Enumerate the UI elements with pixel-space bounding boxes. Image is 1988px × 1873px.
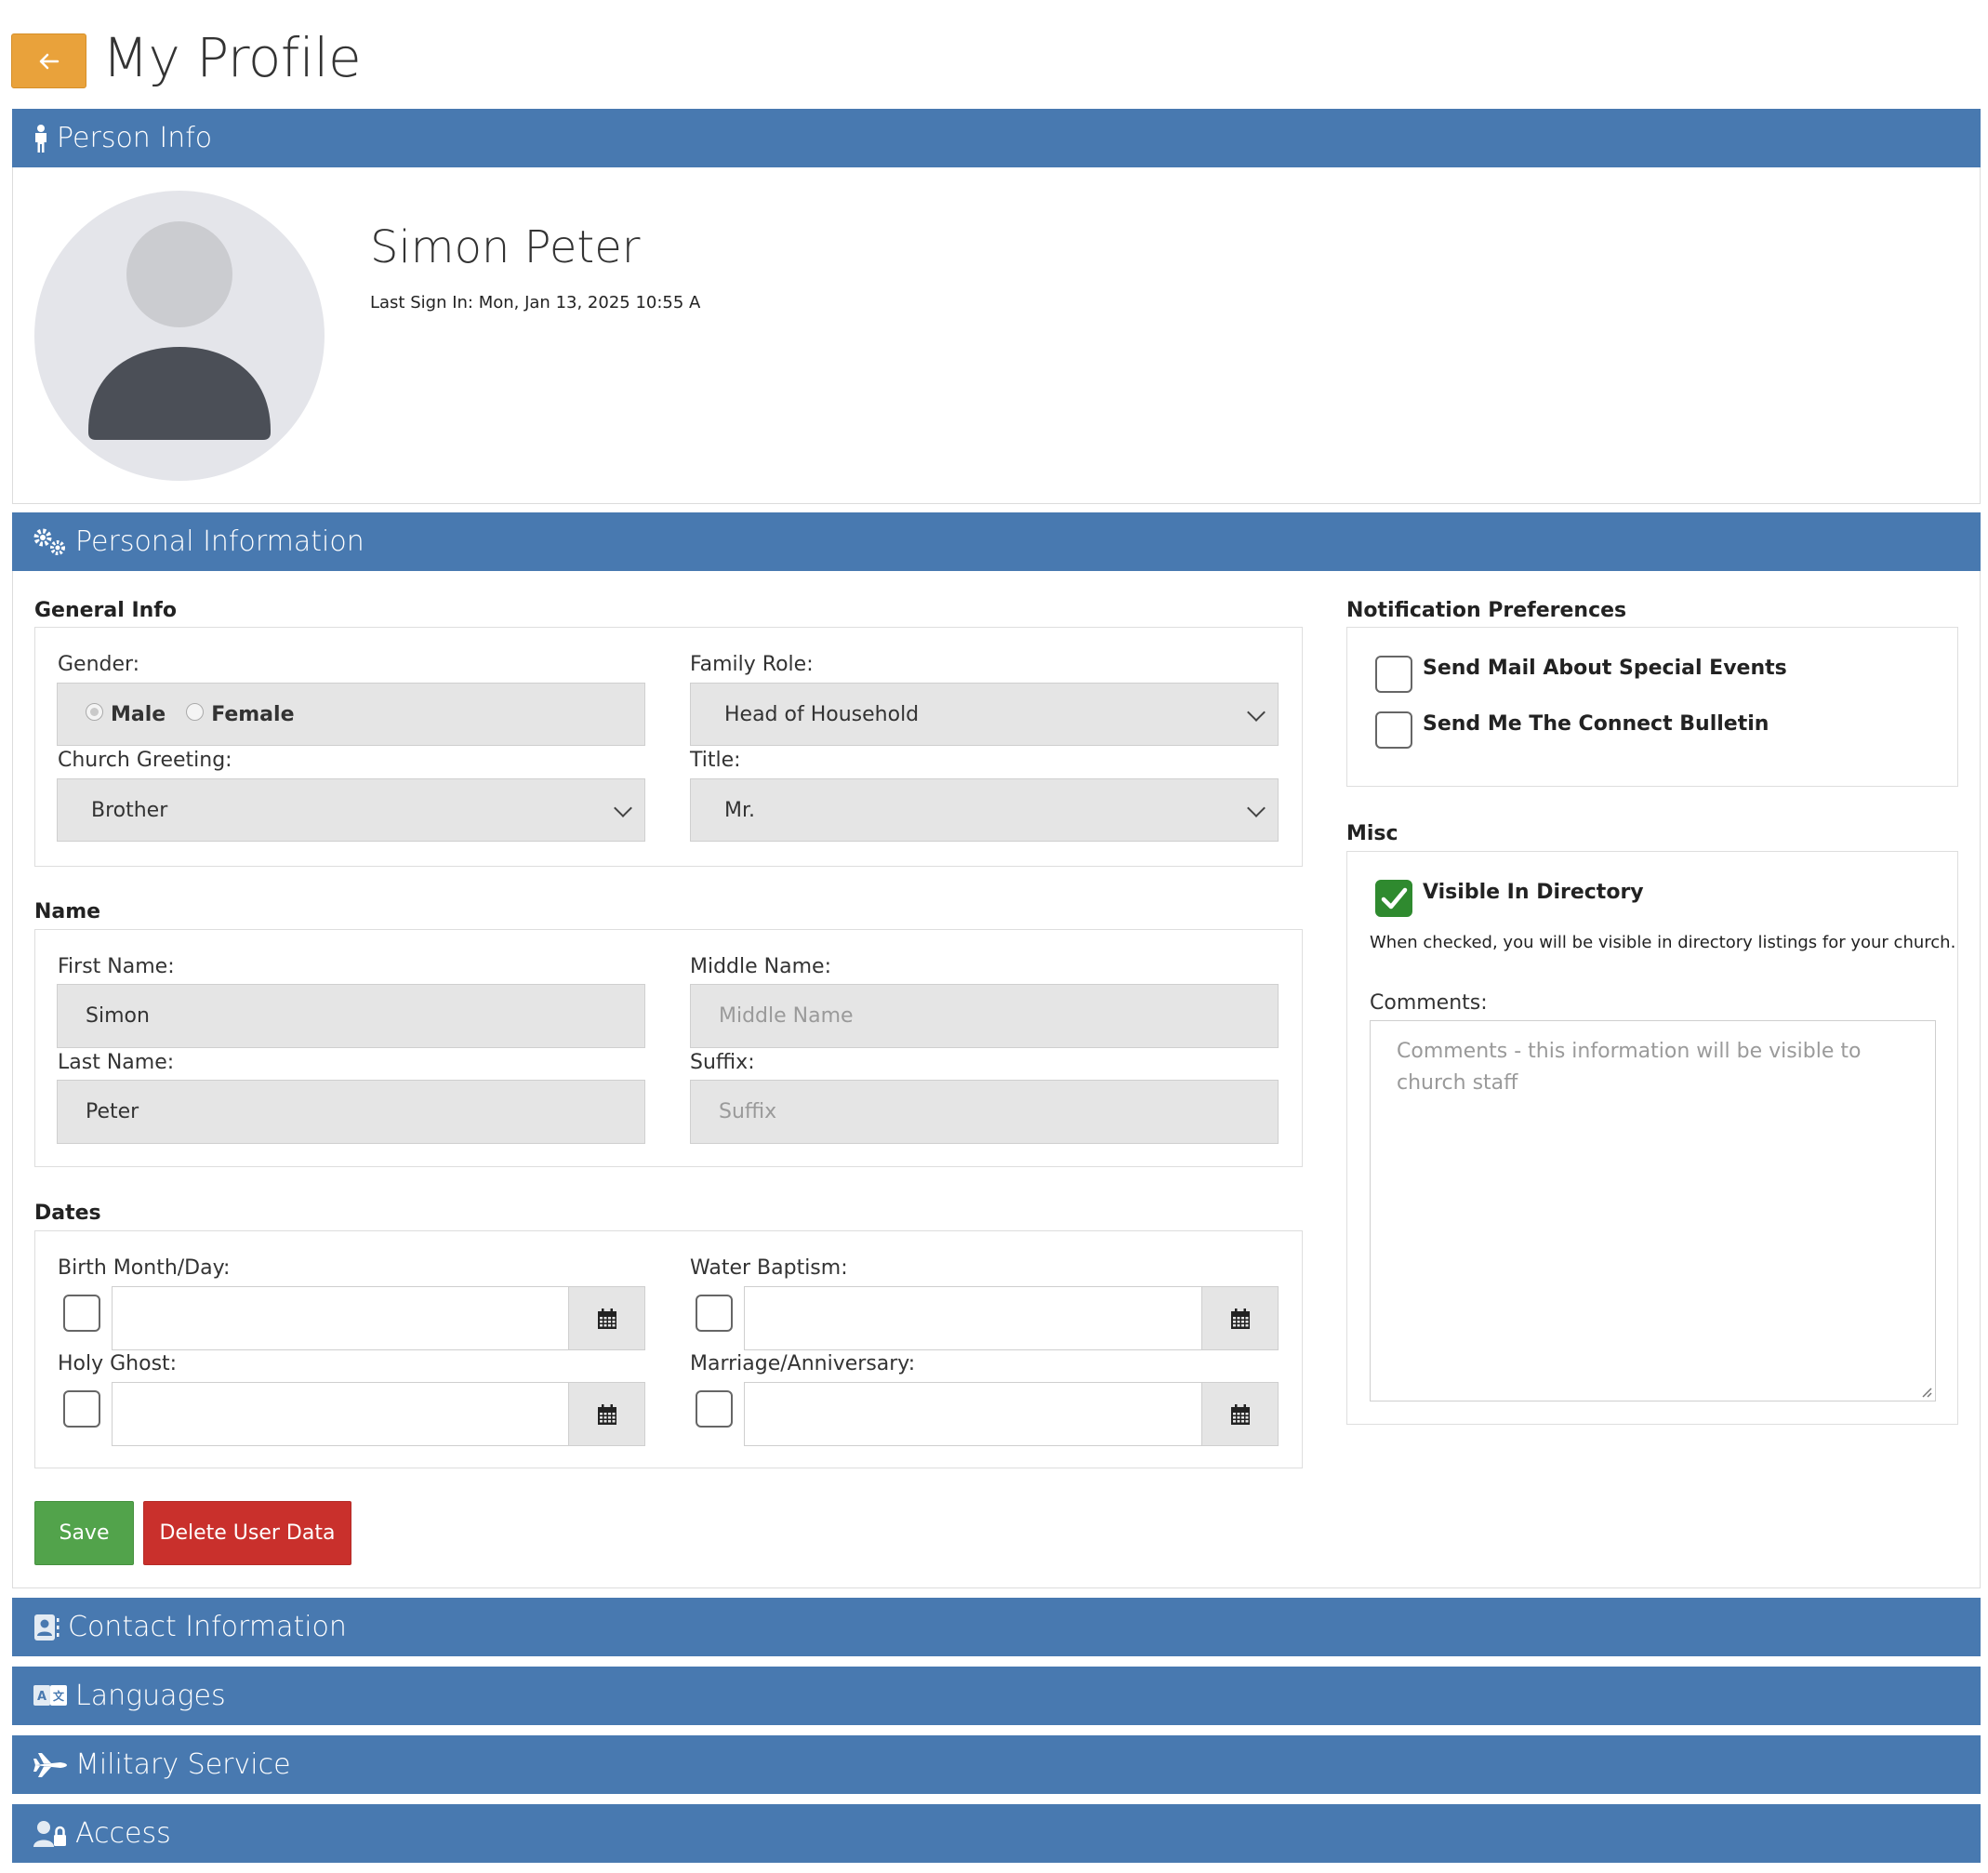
dates-heading: Dates (34, 1202, 101, 1225)
visible-in-directory-checkbox[interactable] (1375, 880, 1412, 917)
special-events-label: Send Mail About Special Events (1423, 657, 1787, 680)
delete-user-data-button[interactable]: Delete User Data (143, 1501, 351, 1565)
first-name-value: Simon (86, 1004, 150, 1028)
section-languages[interactable]: A 文 Languages (12, 1667, 1981, 1725)
marriage-calendar-button[interactable] (1201, 1382, 1279, 1446)
calendar-icon (1230, 1403, 1250, 1425)
back-button[interactable] (11, 33, 86, 88)
last-sign-in: Last Sign In: Mon, Jan 13, 2025 10:55 A (370, 293, 701, 312)
middle-name-label: Middle Name: (690, 955, 831, 978)
first-name-label: First Name: (58, 955, 175, 978)
visible-in-directory-label: Visible In Directory (1423, 881, 1644, 904)
suffix-placeholder: Suffix (719, 1100, 777, 1123)
male-radio[interactable] (86, 702, 103, 721)
last-name-label: Last Name: (58, 1051, 175, 1074)
water-date-input[interactable] (744, 1286, 1202, 1350)
female-label: Female (211, 702, 295, 726)
last-name-value: Peter (86, 1100, 139, 1123)
arrow-left-icon (39, 53, 59, 69)
marriage-label: Marriage/Anniversary: (690, 1352, 916, 1375)
suffix-label: Suffix: (690, 1051, 755, 1074)
save-button[interactable]: Save (34, 1501, 134, 1565)
section-person-info-label: Person Info (57, 122, 213, 154)
person-icon (33, 124, 49, 153)
connect-bulletin-label: Send Me The Connect Bulletin (1423, 712, 1769, 736)
middle-name-placeholder: Middle Name (719, 1004, 854, 1028)
family-role-select[interactable]: Head of Household (690, 683, 1279, 746)
title-label: Title: (690, 749, 741, 772)
section-person-info[interactable]: Person Info (12, 109, 1981, 167)
chevron-down-icon (1247, 703, 1266, 722)
family-role-label: Family Role: (690, 653, 814, 676)
last-name-input[interactable]: Peter (57, 1080, 645, 1144)
middle-name-input[interactable]: Middle Name (690, 984, 1279, 1048)
section-military-service[interactable]: Military Service (12, 1735, 1981, 1794)
section-personal-information-label: Personal Information (75, 525, 364, 558)
gender-radio-group: Male Female (57, 683, 645, 746)
svg-text:A: A (37, 1690, 46, 1704)
name-heading: Name (34, 900, 101, 923)
section-military-service-label: Military Service (75, 1748, 291, 1781)
special-events-checkbox[interactable] (1375, 656, 1412, 693)
chevron-down-icon (614, 799, 632, 817)
page-title: My Profile (102, 26, 362, 89)
calendar-icon (1230, 1308, 1250, 1329)
church-greeting-select[interactable]: Brother (57, 778, 645, 842)
chevron-down-icon (1247, 799, 1266, 817)
connect-bulletin-checkbox[interactable] (1375, 711, 1412, 749)
gender-label: Gender: (58, 653, 140, 676)
section-contact-information[interactable]: Contact Information (12, 1598, 1981, 1656)
church-greeting-label: Church Greeting: (58, 749, 232, 772)
calendar-icon (597, 1308, 616, 1329)
comments-label: Comments: (1370, 991, 1488, 1015)
svg-text:文: 文 (53, 1689, 65, 1703)
language-icon: A 文 (33, 1684, 68, 1708)
calendar-icon (597, 1403, 616, 1425)
birth-checkbox[interactable] (63, 1295, 100, 1332)
female-radio[interactable] (186, 702, 205, 721)
holy-ghost-date-input[interactable] (112, 1382, 569, 1446)
section-access[interactable]: Access (12, 1804, 1981, 1863)
church-greeting-value: Brother (91, 798, 168, 822)
holy-ghost-calendar-button[interactable] (568, 1382, 645, 1446)
birth-calendar-button[interactable] (568, 1286, 645, 1350)
resize-handle-icon[interactable] (1919, 1385, 1932, 1398)
person-name: Simon Peter (370, 221, 641, 273)
male-label: Male (111, 702, 166, 726)
birth-label: Birth Month/Day: (58, 1256, 231, 1280)
notification-preferences-box (1346, 627, 1958, 787)
suffix-input[interactable]: Suffix (690, 1080, 1279, 1144)
notification-preferences-heading: Notification Preferences (1346, 599, 1627, 622)
comments-placeholder: Comments - this information will be visi… (1397, 1040, 1862, 1095)
water-checkbox[interactable] (696, 1295, 733, 1332)
misc-heading: Misc (1346, 822, 1398, 845)
avatar (34, 191, 325, 481)
comments-textarea[interactable]: Comments - this information will be visi… (1370, 1020, 1936, 1401)
marriage-checkbox[interactable] (696, 1390, 733, 1428)
general-info-heading: General Info (34, 599, 177, 622)
section-personal-information[interactable]: Personal Information (12, 512, 1981, 571)
user-lock-icon (33, 1819, 68, 1849)
family-role-value: Head of Household (724, 702, 920, 726)
title-select[interactable]: Mr. (690, 778, 1279, 842)
jet-icon (33, 1751, 68, 1779)
gears-icon (33, 527, 68, 557)
marriage-date-input[interactable] (744, 1382, 1202, 1446)
checkmark-icon (1381, 887, 1408, 910)
section-languages-label: Languages (75, 1680, 226, 1712)
section-access-label: Access (75, 1817, 171, 1850)
holy-ghost-checkbox[interactable] (63, 1390, 100, 1428)
water-label: Water Baptism: (690, 1256, 848, 1280)
holy-ghost-label: Holy Ghost: (58, 1352, 178, 1375)
visible-in-directory-help: When checked, you will be visible in dir… (1370, 933, 1956, 952)
title-value: Mr. (724, 798, 755, 822)
first-name-input[interactable]: Simon (57, 984, 645, 1048)
section-contact-information-label: Contact Information (68, 1611, 347, 1643)
water-calendar-button[interactable] (1201, 1286, 1279, 1350)
contact-card-icon (33, 1613, 60, 1642)
birth-date-input[interactable] (112, 1286, 569, 1350)
